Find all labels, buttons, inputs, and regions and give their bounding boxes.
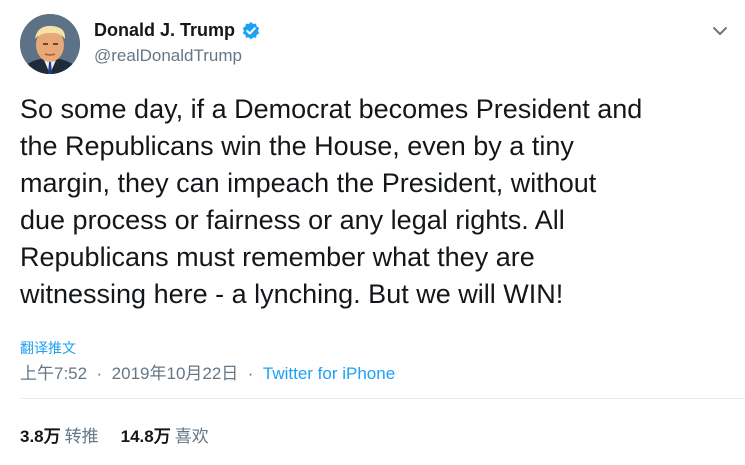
tweet-meta: 上午7:52 · 2019年10月22日 · Twitter for iPhon… xyxy=(20,359,395,384)
author-handle[interactable]: @realDonaldTrump xyxy=(94,46,242,66)
tweet-date[interactable]: 2019年10月22日 xyxy=(112,364,239,383)
avatar[interactable] xyxy=(20,14,80,74)
meta-separator: · xyxy=(243,364,259,383)
chevron-down-icon[interactable] xyxy=(708,20,732,42)
likes-label: 喜欢 xyxy=(174,427,209,446)
likes-count: 14.8万 xyxy=(120,427,171,446)
tweet-text: So some day, if a Democrat becomes Presi… xyxy=(20,91,735,313)
divider xyxy=(20,398,745,399)
meta-separator: · xyxy=(91,364,107,383)
tweet-text-line: due process or fairness or any legal rig… xyxy=(20,205,565,235)
tweet-stats: 3.8万 转推 14.8万 喜欢 xyxy=(20,422,231,447)
author-name-row[interactable]: Donald J. Trump xyxy=(94,20,261,41)
verified-badge-icon xyxy=(241,21,261,41)
tweet-text-line: the Republicans win the House, even by a… xyxy=(20,131,574,161)
translate-tweet-link[interactable]: 翻译推文 xyxy=(20,338,76,358)
tweet-source-link[interactable]: Twitter for iPhone xyxy=(263,364,395,383)
tweet-text-line: witnessing here - a lynching. But we wil… xyxy=(20,279,564,309)
likes-stat[interactable]: 14.8万 喜欢 xyxy=(121,422,209,447)
retweets-stat[interactable]: 3.8万 转推 xyxy=(20,422,99,447)
avatar-image xyxy=(20,14,80,74)
retweets-label: 转推 xyxy=(64,427,99,446)
tweet-text-line: Republicans must remember what they are xyxy=(20,242,535,272)
tweet-card: Donald J. Trump @realDonaldTrump So some… xyxy=(0,0,745,465)
author-name[interactable]: Donald J. Trump xyxy=(94,20,235,41)
retweets-count: 3.8万 xyxy=(20,427,61,446)
tweet-text-line: margin, they can impeach the President, … xyxy=(20,168,597,198)
tweet-text-line: So some day, if a Democrat becomes Presi… xyxy=(20,94,643,124)
tweet-time[interactable]: 上午7:52 xyxy=(20,364,87,383)
